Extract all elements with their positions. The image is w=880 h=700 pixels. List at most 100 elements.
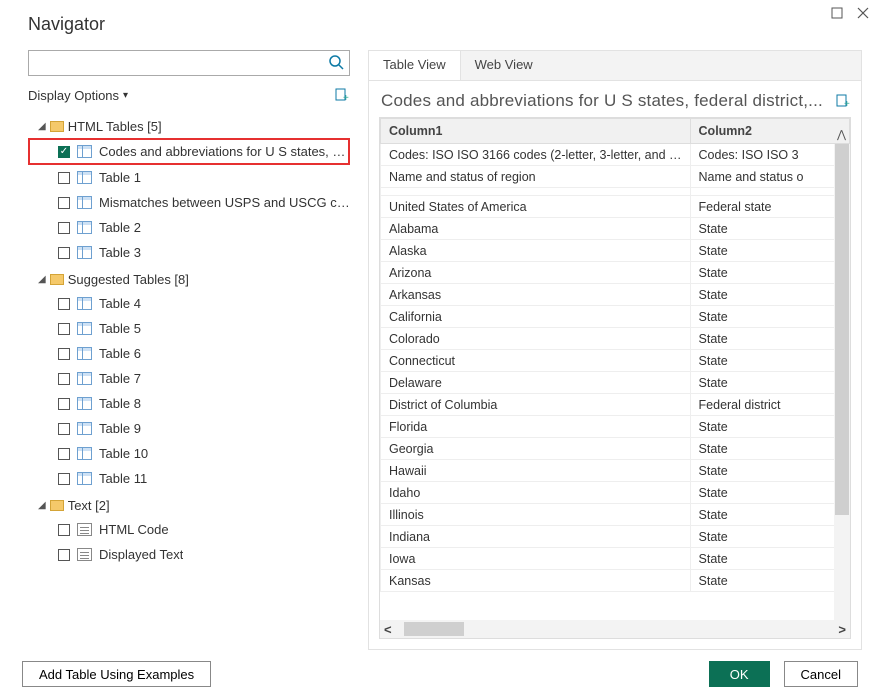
table-row[interactable]: IndianaState: [381, 526, 850, 548]
checkbox[interactable]: [58, 423, 70, 435]
table-icon: [77, 372, 92, 385]
scrollbar-thumb[interactable]: [404, 622, 464, 636]
tree-item[interactable]: Table 4: [28, 291, 350, 316]
search-input[interactable]: [28, 50, 350, 76]
tree-item[interactable]: Table 5: [28, 316, 350, 341]
tree-item[interactable]: Table 1: [28, 165, 350, 190]
tree-item[interactable]: Codes and abbreviations for U S states, …: [28, 138, 350, 165]
table-cell: State: [690, 350, 849, 372]
checkbox[interactable]: [58, 323, 70, 335]
tree-item[interactable]: Table 6: [28, 341, 350, 366]
checkbox[interactable]: [58, 146, 70, 158]
horizontal-scrollbar[interactable]: < >: [380, 620, 850, 638]
table-row[interactable]: CaliforniaState: [381, 306, 850, 328]
checkbox[interactable]: [58, 473, 70, 485]
table-row[interactable]: District of ColumbiaFederal district: [381, 394, 850, 416]
tree-item[interactable]: Table 9: [28, 416, 350, 441]
table-row[interactable]: KansasState: [381, 570, 850, 592]
cancel-button[interactable]: Cancel: [784, 661, 858, 687]
scrollbar-thumb[interactable]: [835, 144, 849, 515]
collapse-icon: ◢: [38, 274, 46, 285]
checkbox[interactable]: [58, 524, 70, 536]
table-icon: [77, 347, 92, 360]
tab-web-view[interactable]: Web View: [461, 51, 547, 80]
tree-item[interactable]: Table 11: [28, 466, 350, 491]
table-row[interactable]: ArkansasState: [381, 284, 850, 306]
display-options-dropdown[interactable]: Display Options ▾: [28, 88, 128, 103]
checkbox[interactable]: [58, 549, 70, 561]
table-cell: Arizona: [381, 262, 691, 284]
collapse-icon: ◢: [38, 500, 46, 511]
scroll-up-icon[interactable]: ⋀: [837, 128, 846, 141]
table-row[interactable]: [381, 188, 850, 196]
table-cell: State: [690, 460, 849, 482]
tree-item[interactable]: Table 2: [28, 215, 350, 240]
checkbox[interactable]: [58, 197, 70, 209]
table-row[interactable]: FloridaState: [381, 416, 850, 438]
tree-group-html-tables[interactable]: ◢ HTML Tables [5]: [28, 114, 350, 138]
table-cell: Indiana: [381, 526, 691, 548]
nav-pane: Display Options ▾ + ◢ HTML Tables [5] Co…: [28, 50, 350, 650]
refresh-preview-icon[interactable]: +: [835, 93, 851, 109]
tree-item[interactable]: Table 8: [28, 391, 350, 416]
search-icon[interactable]: [328, 54, 344, 70]
preview-title: Codes and abbreviations for U S states, …: [381, 91, 823, 111]
scroll-right-icon[interactable]: >: [838, 622, 846, 637]
tree-item[interactable]: Table 7: [28, 366, 350, 391]
column-header[interactable]: Column2: [690, 119, 849, 144]
table-row[interactable]: IllinoisState: [381, 504, 850, 526]
table-cell: District of Columbia: [381, 394, 691, 416]
tree-item[interactable]: Displayed Text: [28, 542, 350, 567]
tab-table-view[interactable]: Table View: [369, 51, 461, 80]
column-header[interactable]: Column1: [381, 119, 691, 144]
checkbox[interactable]: [58, 172, 70, 184]
table-row[interactable]: DelawareState: [381, 372, 850, 394]
tree-item[interactable]: Table 10: [28, 441, 350, 466]
table-row[interactable]: AlaskaState: [381, 240, 850, 262]
checkbox[interactable]: [58, 222, 70, 234]
tree-item-label: Table 7: [99, 371, 141, 386]
close-icon[interactable]: [856, 6, 870, 20]
table-row[interactable]: IdahoState: [381, 482, 850, 504]
table-row[interactable]: ArizonaState: [381, 262, 850, 284]
table-cell: Arkansas: [381, 284, 691, 306]
table-row[interactable]: GeorgiaState: [381, 438, 850, 460]
maximize-icon[interactable]: [830, 6, 844, 20]
tree-group-text[interactable]: ◢ Text [2]: [28, 493, 350, 517]
table-row[interactable]: IowaState: [381, 548, 850, 570]
tree-item-label: Table 1: [99, 170, 141, 185]
tree-item-label: Table 3: [99, 245, 141, 260]
table-cell: Colorado: [381, 328, 691, 350]
data-grid[interactable]: Column1 Column2 Codes: ISO ISO 3166 code…: [379, 117, 851, 639]
tree-item-label: Displayed Text: [99, 547, 183, 562]
table-cell: United States of America: [381, 196, 691, 218]
table-row[interactable]: United States of AmericaFederal state: [381, 196, 850, 218]
table-cell: State: [690, 218, 849, 240]
table-row[interactable]: ColoradoState: [381, 328, 850, 350]
checkbox[interactable]: [58, 398, 70, 410]
tree-item-label: Mismatches between USPS and USCG cod...: [99, 195, 350, 210]
table-row[interactable]: HawaiiState: [381, 460, 850, 482]
checkbox[interactable]: [58, 247, 70, 259]
checkbox[interactable]: [58, 448, 70, 460]
table-cell: State: [690, 504, 849, 526]
table-row[interactable]: ConnecticutState: [381, 350, 850, 372]
table-icon: [77, 322, 92, 335]
ok-button[interactable]: OK: [709, 661, 770, 687]
checkbox[interactable]: [58, 373, 70, 385]
table-cell: Hawaii: [381, 460, 691, 482]
vertical-scrollbar[interactable]: ⋀ ⋁: [834, 144, 850, 620]
table-cell: State: [690, 306, 849, 328]
checkbox[interactable]: [58, 348, 70, 360]
scroll-left-icon[interactable]: <: [384, 622, 392, 637]
table-row[interactable]: Codes: ISO ISO 3166 codes (2-letter, 3-l…: [381, 144, 850, 166]
table-row[interactable]: Name and status of regionName and status…: [381, 166, 850, 188]
add-table-examples-button[interactable]: Add Table Using Examples: [22, 661, 211, 687]
tree-item[interactable]: HTML Code: [28, 517, 350, 542]
tree-group-suggested[interactable]: ◢ Suggested Tables [8]: [28, 267, 350, 291]
refresh-nav-icon[interactable]: +: [334, 87, 350, 103]
checkbox[interactable]: [58, 298, 70, 310]
tree-item[interactable]: Table 3: [28, 240, 350, 265]
tree-item[interactable]: Mismatches between USPS and USCG cod...: [28, 190, 350, 215]
table-row[interactable]: AlabamaState: [381, 218, 850, 240]
